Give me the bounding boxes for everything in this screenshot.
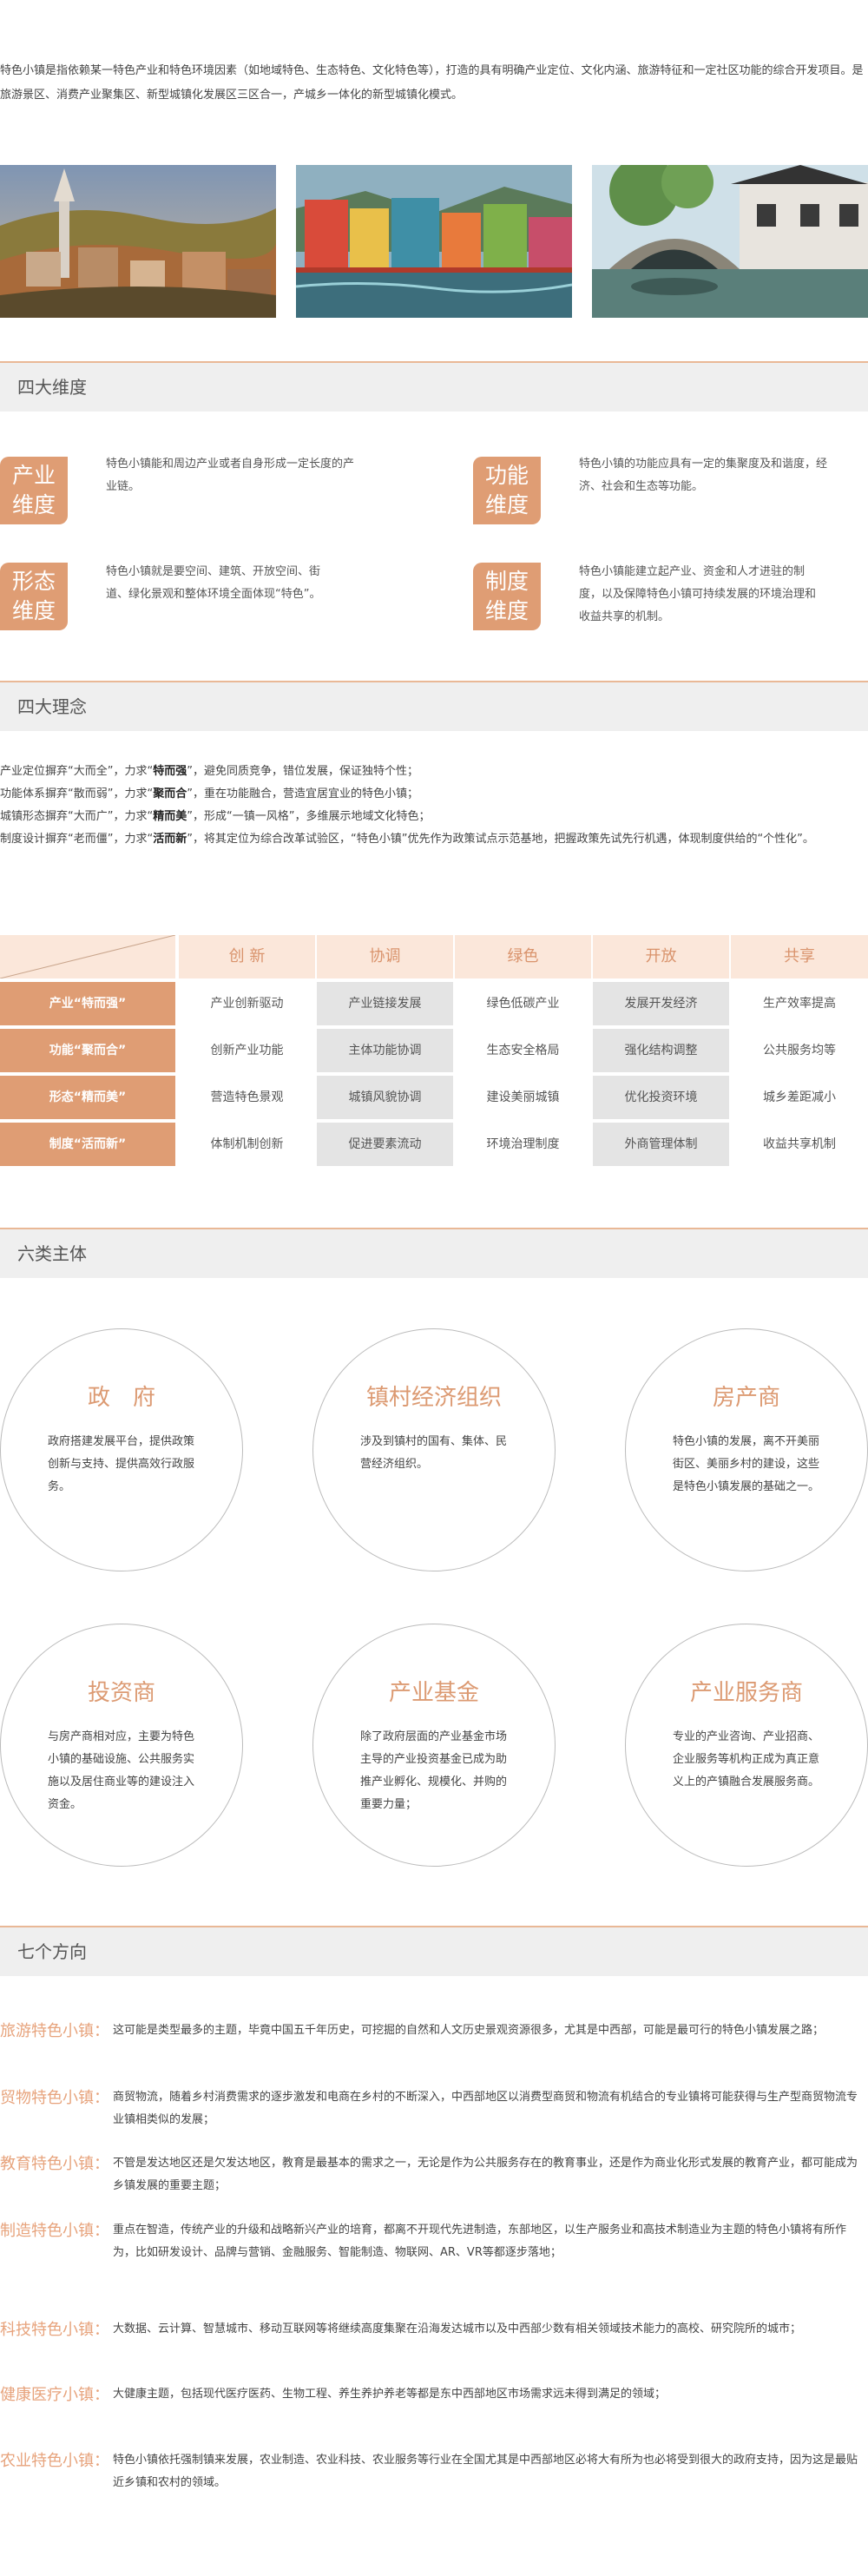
matrix-header: 开放 [593,935,729,978]
section-title-concepts: 四大理念 [0,682,868,731]
subject-circle-developer: 房产商 特色小镇的发展，离不开美丽街区、美丽乡村的建设，这些是特色小镇发展的基础… [625,1328,868,1571]
matrix-cell: 创新产业功能 [179,1029,315,1072]
matrix-cell: 产业链接发展 [317,982,453,1025]
dimension-text-function: 特色小镇的功能应具有一定的集聚度及和谐度，经济、社会和生态等功能。 [579,458,828,493]
town-church-photo [0,165,276,318]
subject-circle-government: 政 府 政府搭建发展平台，提供政策创新与支持、提供高效行政服务。 [0,1328,243,1571]
matrix-cell: 公共服务均等 [731,1029,868,1072]
matrix-cell: 发展开发经济 [593,982,729,1025]
concepts-list: 产业定位摒弃“大而全”，力求“特而强”，避免同质竞争，错位发展，保证独特个性； … [0,761,868,851]
direction-text: 大健康主题，包括现代医疗医药、生物工程、养生养护养老等都是东中西部地区市场需求远… [113,2388,667,2401]
section-title-dimensions: 四大维度 [0,363,868,412]
direction-text: 这可能是类型最多的主题，毕竟中国五千年历史，可挖掘的自然和人文历史景观资源很多，… [113,2024,825,2037]
subject-text: 政府搭建发展平台，提供政策创新与支持、提供高效行政服务。 [48,1435,195,1493]
subject-title: 政 府 [87,1385,155,1411]
subject-circle-investor: 投资商 与房产商相对应，主要为特色小镇的基础设施、公共服务实施以及居住商业等的建… [0,1624,243,1867]
matrix-row-label: 功能“聚而合” [0,1029,175,1072]
subject-title: 镇村经济组织 [365,1385,502,1411]
concept-line: 产业定位摒弃“大而全”，力求“特而强”，避免同质竞争，错位发展，保证独特个性； [0,765,418,778]
dimension-badge-system: 制度 维度 [473,563,541,630]
stone-bridge-photo [592,165,868,318]
subject-title: 产业服务商 [689,1680,803,1706]
direction-label: 农业特色小镇： [0,2452,109,2470]
subject-text: 涉及到镇村的国有、集体、民营经济组织。 [360,1435,508,1471]
matrix-cell: 促进要素流动 [317,1123,453,1166]
colorful-houses-photo [296,165,572,318]
direction-label: 科技特色小镇： [0,2321,109,2339]
direction-label: 健康医疗小镇： [0,2386,109,2404]
section-title-directions: 七个方向 [0,1927,868,1976]
dimension-badge-form: 形态 维度 [0,563,68,630]
subject-circle-industry-fund: 产业基金 除了政府层面的产业基金市场主导的产业投资基金已成为助推产业孵化、规模化… [312,1624,556,1867]
matrix-row-label: 形态“精而美” [0,1076,175,1119]
subject-text: 除了政府层面的产业基金市场主导的产业投资基金已成为助推产业孵化、规模化、并购的重… [360,1730,508,1811]
matrix-row-label: 制度“活而新” [0,1123,175,1166]
matrix-cell: 城镇风貌协调 [317,1076,453,1119]
dimension-badge-function: 功能 维度 [473,457,541,524]
matrix-cell: 生产效率提高 [731,982,868,1025]
matrix-cell: 生态安全格局 [455,1029,591,1072]
direction-label: 制造特色小镇： [0,2222,109,2240]
dimension-text-form: 特色小镇就是要空间、建筑、开放空间、街道、绿化景观和整体环境全面体现“特色”。 [106,565,321,601]
matrix-cell: 体制机制创新 [179,1123,315,1166]
matrix-header: 协调 [317,935,453,978]
dimension-badge-industry: 产业 维度 [0,457,68,524]
matrix-cell: 城乡差距减小 [731,1076,868,1119]
dimension-text-industry: 特色小镇能和周边产业或者自身形成一定长度的产业链。 [106,458,355,493]
direction-text: 不管是发达地区还是欠发达地区，教育是最基本的需求之一，无论是作为公共服务存在的教… [113,2157,858,2192]
matrix-cell: 环境治理制度 [455,1123,591,1166]
concept-line: 制度设计摒弃“老而僵”，力求“活而新”，将其定位为综合改革试验区，“特色小镇”优… [0,833,814,846]
matrix-row-label: 产业“特而强” [0,982,175,1025]
matrix-header: 绿色 [455,935,591,978]
direction-text: 大数据、云计算、智慧城市、移动互联网等将继续高度集聚在沿海发达城市以及中西部少数… [113,2322,802,2336]
matrix-cell: 优化投资环境 [593,1076,729,1119]
subject-text: 专业的产业咨询、产业招商、企业服务等机构正成为真正意义上的产镇融合发展服务商。 [673,1730,820,1789]
matrix-cell: 外商管理体制 [593,1123,729,1166]
matrix-cell: 产业创新驱动 [179,982,315,1025]
matrix-cell: 主体功能协调 [317,1029,453,1072]
matrix-cell: 收益共享机制 [731,1123,868,1166]
direction-text: 特色小镇依托强制镇来发展，农业制造、农业科技、农业服务等行业在全国尤其是中西部地… [113,2454,858,2489]
photo-strip [0,165,868,318]
matrix-cell: 绿色低碳产业 [455,982,591,1025]
subject-text: 特色小镇的发展，离不开美丽街区、美丽乡村的建设，这些是特色小镇发展的基础之一。 [673,1435,820,1493]
section-title-subjects: 六类主体 [0,1229,868,1278]
direction-label: 教育特色小镇： [0,2155,109,2173]
direction-label: 贸物特色小镇： [0,2089,109,2107]
subject-title: 产业基金 [388,1680,479,1706]
matrix-cell: 建设美丽城镇 [455,1076,591,1119]
direction-text: 重点在智造，传统产业的升级和战略新兴产业的培育，都离不开现代先进制造，东部地区，… [113,2224,847,2259]
matrix-header: 共享 [731,935,868,978]
direction-text: 商贸物流，随着乡村消费需求的逐步激发和电商在乡村的不断深入，中西部地区以消费型商… [113,2091,858,2126]
matrix-corner-cell [0,935,175,978]
matrix-cell: 营造特色景观 [179,1076,315,1119]
concept-line: 城镇形态摒弃“大而广”，力求“精而美”，形成“一镇一风格”，多维展示地域文化特色… [0,810,431,823]
dimension-text-system: 特色小镇能建立起产业、资金和人才进驻的制度，以及保障特色小镇可持续发展的环境治理… [579,565,817,623]
direction-label: 旅游特色小镇： [0,2022,109,2040]
subject-circle-village-economy: 镇村经济组织 涉及到镇村的国有、集体、民营经济组织。 [312,1328,556,1571]
intro-paragraph: 特色小镇是指依赖某一特色产业和特色环境因素（如地域特色、生态特色、文化特色等），… [0,64,864,102]
subject-title: 投资商 [87,1680,155,1706]
concept-line: 功能体系摒弃“散而弱”，力求“聚而合”，重在功能融合，营造宜居宜业的特色小镇； [0,787,418,800]
matrix-header: 创 新 [179,935,315,978]
subject-text: 与房产商相对应，主要为特色小镇的基础设施、公共服务实施以及居住商业等的建设注入资… [48,1730,195,1811]
matrix-cell: 强化结构调整 [593,1029,729,1072]
subject-title: 房产商 [712,1385,780,1411]
subject-circle-service-provider: 产业服务商 专业的产业咨询、产业招商、企业服务等机构正成为真正意义上的产镇融合发… [625,1624,868,1867]
